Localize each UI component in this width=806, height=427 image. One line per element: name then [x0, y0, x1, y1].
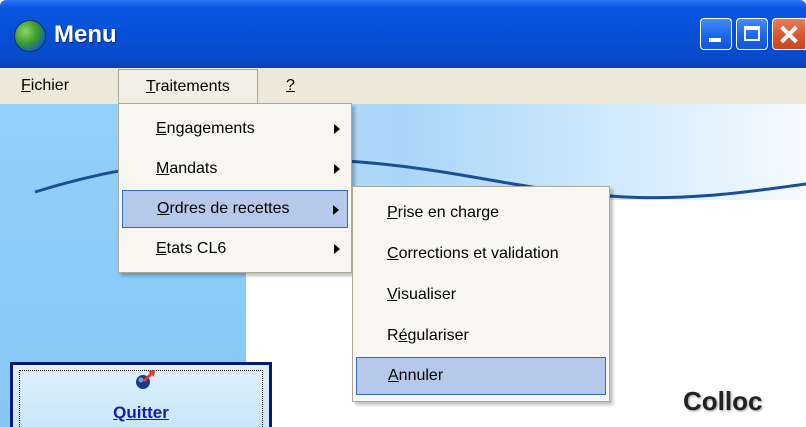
menu-help[interactable]: ?	[286, 68, 295, 104]
menu-traitements[interactable]: Traitements	[118, 69, 258, 103]
submenu-arrow-icon	[334, 164, 340, 174]
brand-logo-text: Colloc	[683, 386, 763, 416]
globe-icon[interactable]	[14, 20, 46, 52]
minimize-button[interactable]	[700, 18, 732, 50]
menu-item-ordres-de-recettes[interactable]: Ordres de recettes	[122, 190, 348, 228]
ordres-de-recettes-submenu: Prise en charge Corrections et validatio…	[352, 186, 610, 402]
menu-item-corrections-et-validation[interactable]: Corrections et validation	[356, 235, 606, 273]
menu-bar: Fichier Traitements ?	[0, 68, 806, 104]
submenu-arrow-icon	[334, 244, 340, 254]
exit-arrow-icon	[136, 370, 155, 389]
menu-fichier[interactable]: Fichier	[21, 68, 69, 104]
traitements-dropdown: Engagements Mandats Ordres de recettes E…	[118, 103, 352, 273]
quit-label: Quitter	[113, 403, 169, 422]
menu-item-regulariser[interactable]: Régulariser	[356, 317, 606, 355]
menu-item-etats-cl6[interactable]: Etats CL6	[122, 230, 348, 268]
close-button[interactable]	[772, 18, 806, 50]
maximize-button[interactable]	[736, 18, 768, 50]
menu-item-visualiser[interactable]: Visualiser	[356, 276, 606, 314]
menu-item-mandats[interactable]: Mandats	[122, 150, 348, 188]
submenu-arrow-icon	[333, 205, 339, 215]
quit-button[interactable]: Quitter	[10, 362, 272, 427]
menu-item-annuler[interactable]: Annuler	[356, 357, 606, 395]
menu-item-prise-en-charge[interactable]: Prise en charge	[356, 194, 606, 232]
submenu-arrow-icon	[334, 124, 340, 134]
title-bar: Menu	[0, 0, 806, 68]
window-title: Menu	[54, 21, 117, 48]
menu-item-engagements[interactable]: Engagements	[122, 110, 348, 148]
